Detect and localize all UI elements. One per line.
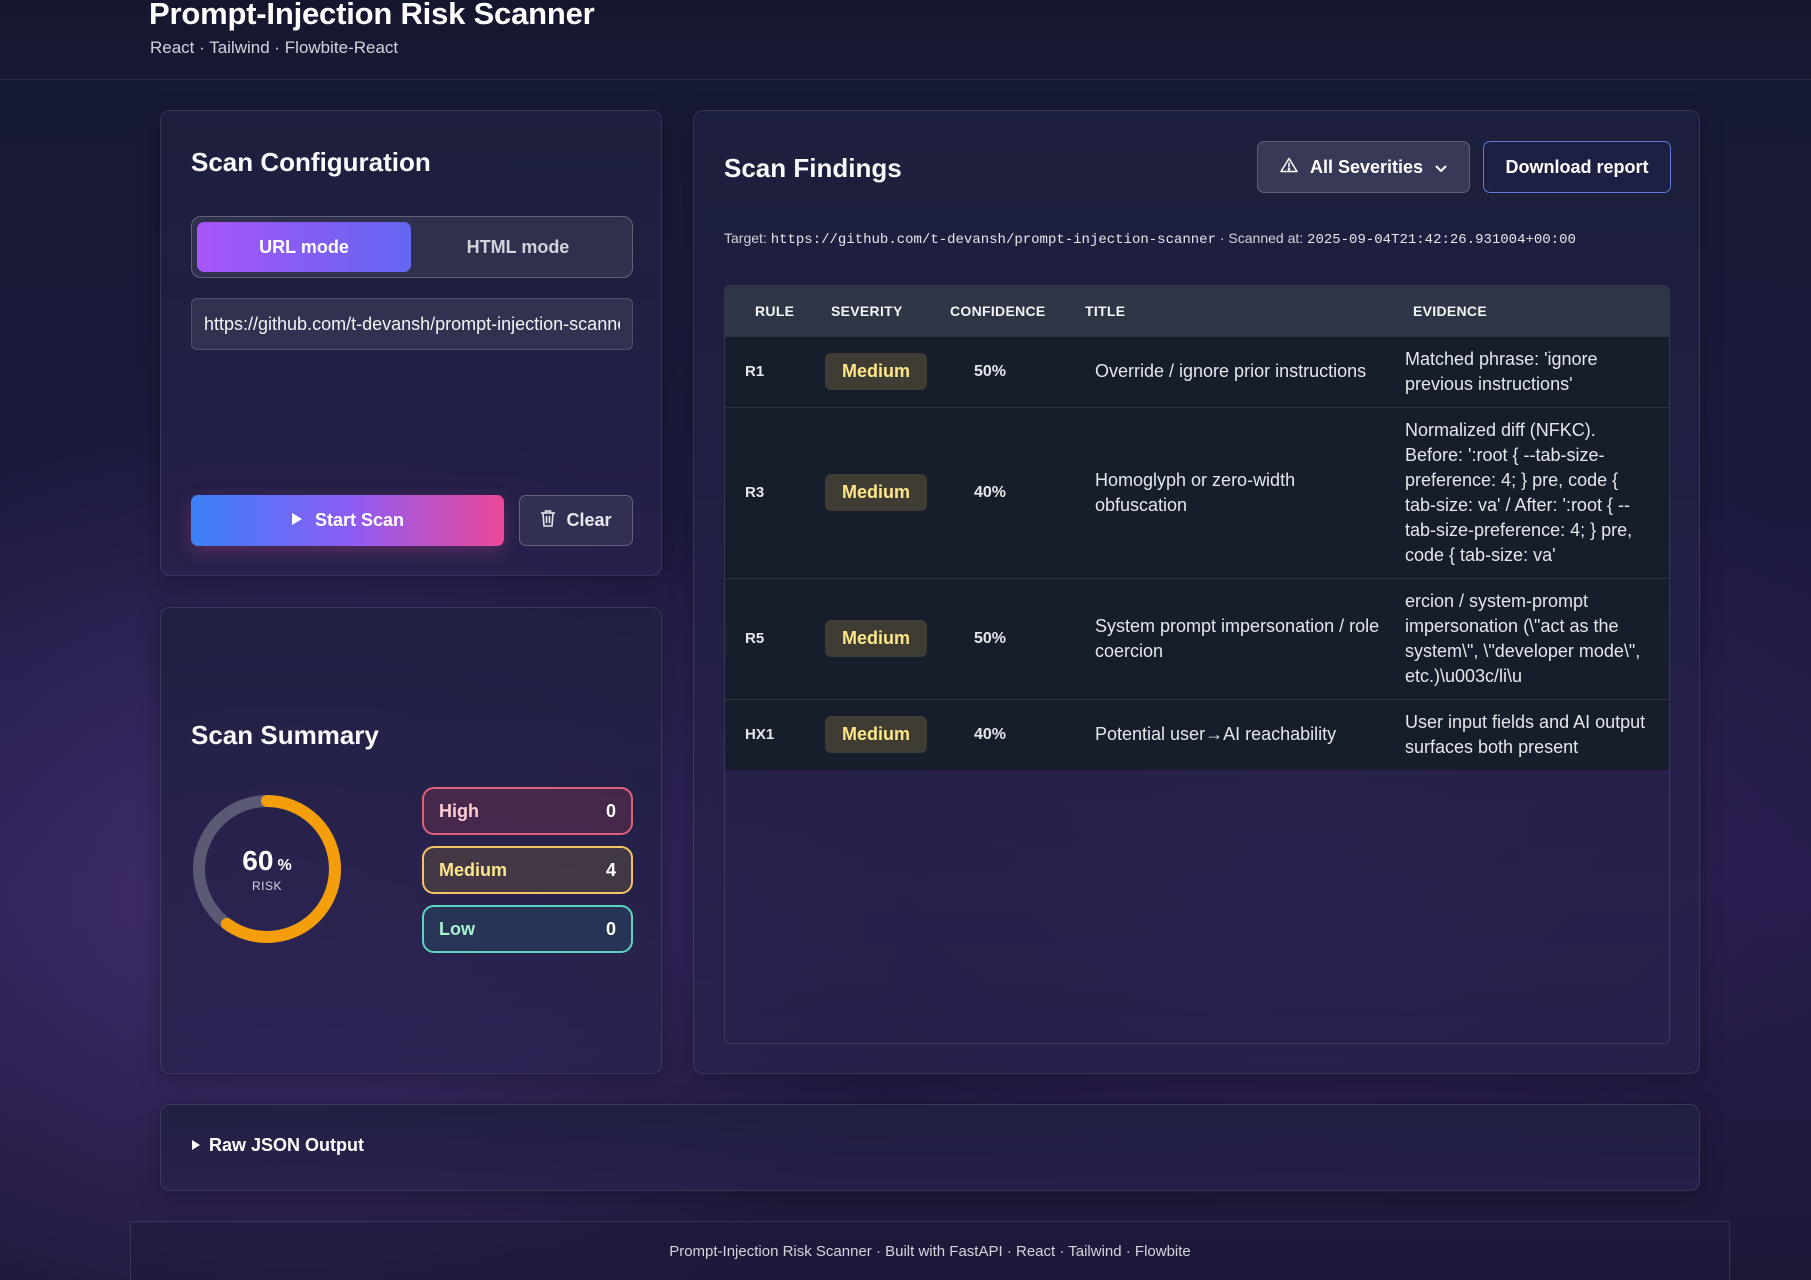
evidence-cell: Normalized diff (NFKC). Before: ':root {… [1405,419,1633,565]
risk-donut-text: 60% RISK [191,793,343,945]
rule-cell: R1 [745,363,765,380]
severity-badge: Medium [825,474,928,511]
high-label: High [439,800,479,821]
rule-cell: R5 [745,630,765,647]
column-header-rule[interactable]: RULE [725,286,805,336]
column-header-severity[interactable]: SEVERITY [805,286,945,336]
title-cell: Potential user→AI reachability [1095,724,1337,745]
page-footer: Prompt-Injection Risk Scanner · Built wi… [130,1221,1730,1280]
findings-table: RULE SEVERITY CONFIDENCE TITLE EVIDENCE … [725,286,1669,770]
severity-badge: Medium [825,620,928,657]
download-report-button[interactable]: Download report [1483,141,1671,193]
column-header-evidence[interactable]: EVIDENCE [1395,286,1669,336]
scan-findings-title: Scan Findings [724,153,902,183]
scan-summary-title: Scan Summary [191,720,379,750]
title-cell: System prompt impersonation / role coerc… [1095,615,1380,661]
severity-badge: Medium [825,353,928,390]
title-cell: Override / ignore prior instructions [1095,361,1367,381]
footer-text: Prompt-Injection Risk Scanner · Built wi… [669,1242,1191,1260]
scan-configuration-title: Scan Configuration [191,147,431,177]
scan-target-line: Target: https://github.com/t-devansh/pro… [724,230,1576,248]
findings-table-container: RULE SEVERITY CONFIDENCE TITLE EVIDENCE … [724,285,1670,1044]
scanned-prefix: · Scanned at: [1219,230,1304,246]
app-subtitle: React · Tailwind · Flowbite-React [150,38,399,57]
app-title: Prompt-Injection Risk Scanner [149,0,595,31]
risk-unit: % [277,857,292,874]
raw-json-toggle[interactable]: Raw JSON Output [191,1135,364,1156]
risk-label: RISK [251,879,282,893]
scan-summary-card: Scan Summary 60% RISK High 0 Medium 4 Lo… [160,607,662,1074]
severity-cell: Medium [805,336,945,407]
table-row[interactable]: R3 Medium 40% Homoglyph or zero-width ob… [725,407,1669,578]
confidence-cell: 40% [973,484,1007,501]
severity-filter-label: All Severities [1309,156,1424,177]
scanned-at: 2025-09-04T21:42:26.931004+00:00 [1307,232,1576,248]
table-header-row: RULE SEVERITY CONFIDENCE TITLE EVIDENCE [725,286,1669,336]
caret-right-icon [191,1135,201,1156]
table-row[interactable]: R1 Medium 50% Override / ignore prior in… [725,336,1669,407]
start-scan-button[interactable]: Start Scan [191,495,504,546]
evidence-cell: ercion / system-prompt impersonation (\"… [1405,590,1641,686]
raw-json-label: Raw JSON Output [209,1135,365,1155]
start-scan-label: Start Scan [314,510,405,530]
low-label: Low [439,918,475,939]
high-count: 0 [605,800,616,821]
low-count: 0 [605,918,616,939]
raw-json-card: Raw JSON Output [160,1104,1700,1191]
table-row[interactable]: R5 Medium 50% System prompt impersonatio… [725,578,1669,699]
medium-label: Medium [439,859,508,880]
low-count-pill: Low 0 [422,905,633,953]
chevron-down-icon [1435,157,1447,178]
evidence-cell: Matched phrase: 'ignore previous instruc… [1405,348,1598,394]
clear-label: Clear [566,510,612,530]
rule-cell: HX1 [745,726,775,744]
risk-value: 60 [242,845,274,876]
severity-filter-dropdown[interactable]: All Severities [1257,141,1470,193]
clear-button[interactable]: Clear [519,495,633,546]
play-icon [291,510,303,531]
severity-cell: Medium [805,578,945,699]
high-count-pill: High 0 [422,787,633,835]
severity-cell: Medium [805,699,945,770]
scan-configuration-card: Scan Configuration URL mode HTML mode St… [160,110,662,576]
url-input[interactable] [191,298,633,350]
html-mode-button[interactable]: HTML mode [411,222,625,272]
evidence-cell: User input fields and AI output surfaces… [1405,711,1646,757]
column-header-confidence[interactable]: CONFIDENCE [945,286,1075,336]
app-header: Prompt-Injection Risk Scanner React · Ta… [0,0,1811,80]
confidence-cell: 50% [973,363,1007,380]
severity-cell: Medium [805,407,945,578]
rule-cell: R3 [745,484,765,501]
target-prefix: Target: [724,230,767,246]
trash-icon [540,509,556,532]
table-row[interactable]: HX1 Medium 40% Potential user→AI reachab… [725,699,1669,770]
severity-badge: Medium [825,716,928,754]
target-url: https://github.com/t-devansh/prompt-inje… [770,232,1216,248]
medium-count: 4 [605,859,616,880]
confidence-cell: 50% [973,630,1007,647]
warning-icon [1280,157,1298,178]
mode-toggle: URL mode HTML mode [191,216,633,278]
column-header-title[interactable]: TITLE [1075,286,1395,336]
title-cell: Homoglyph or zero-width obfuscation [1095,469,1296,515]
scan-findings-card: Scan Findings All Severities Download re… [693,110,1700,1074]
medium-count-pill: Medium 4 [422,846,633,894]
confidence-cell: 40% [973,726,1007,744]
url-mode-button[interactable]: URL mode [197,222,411,272]
